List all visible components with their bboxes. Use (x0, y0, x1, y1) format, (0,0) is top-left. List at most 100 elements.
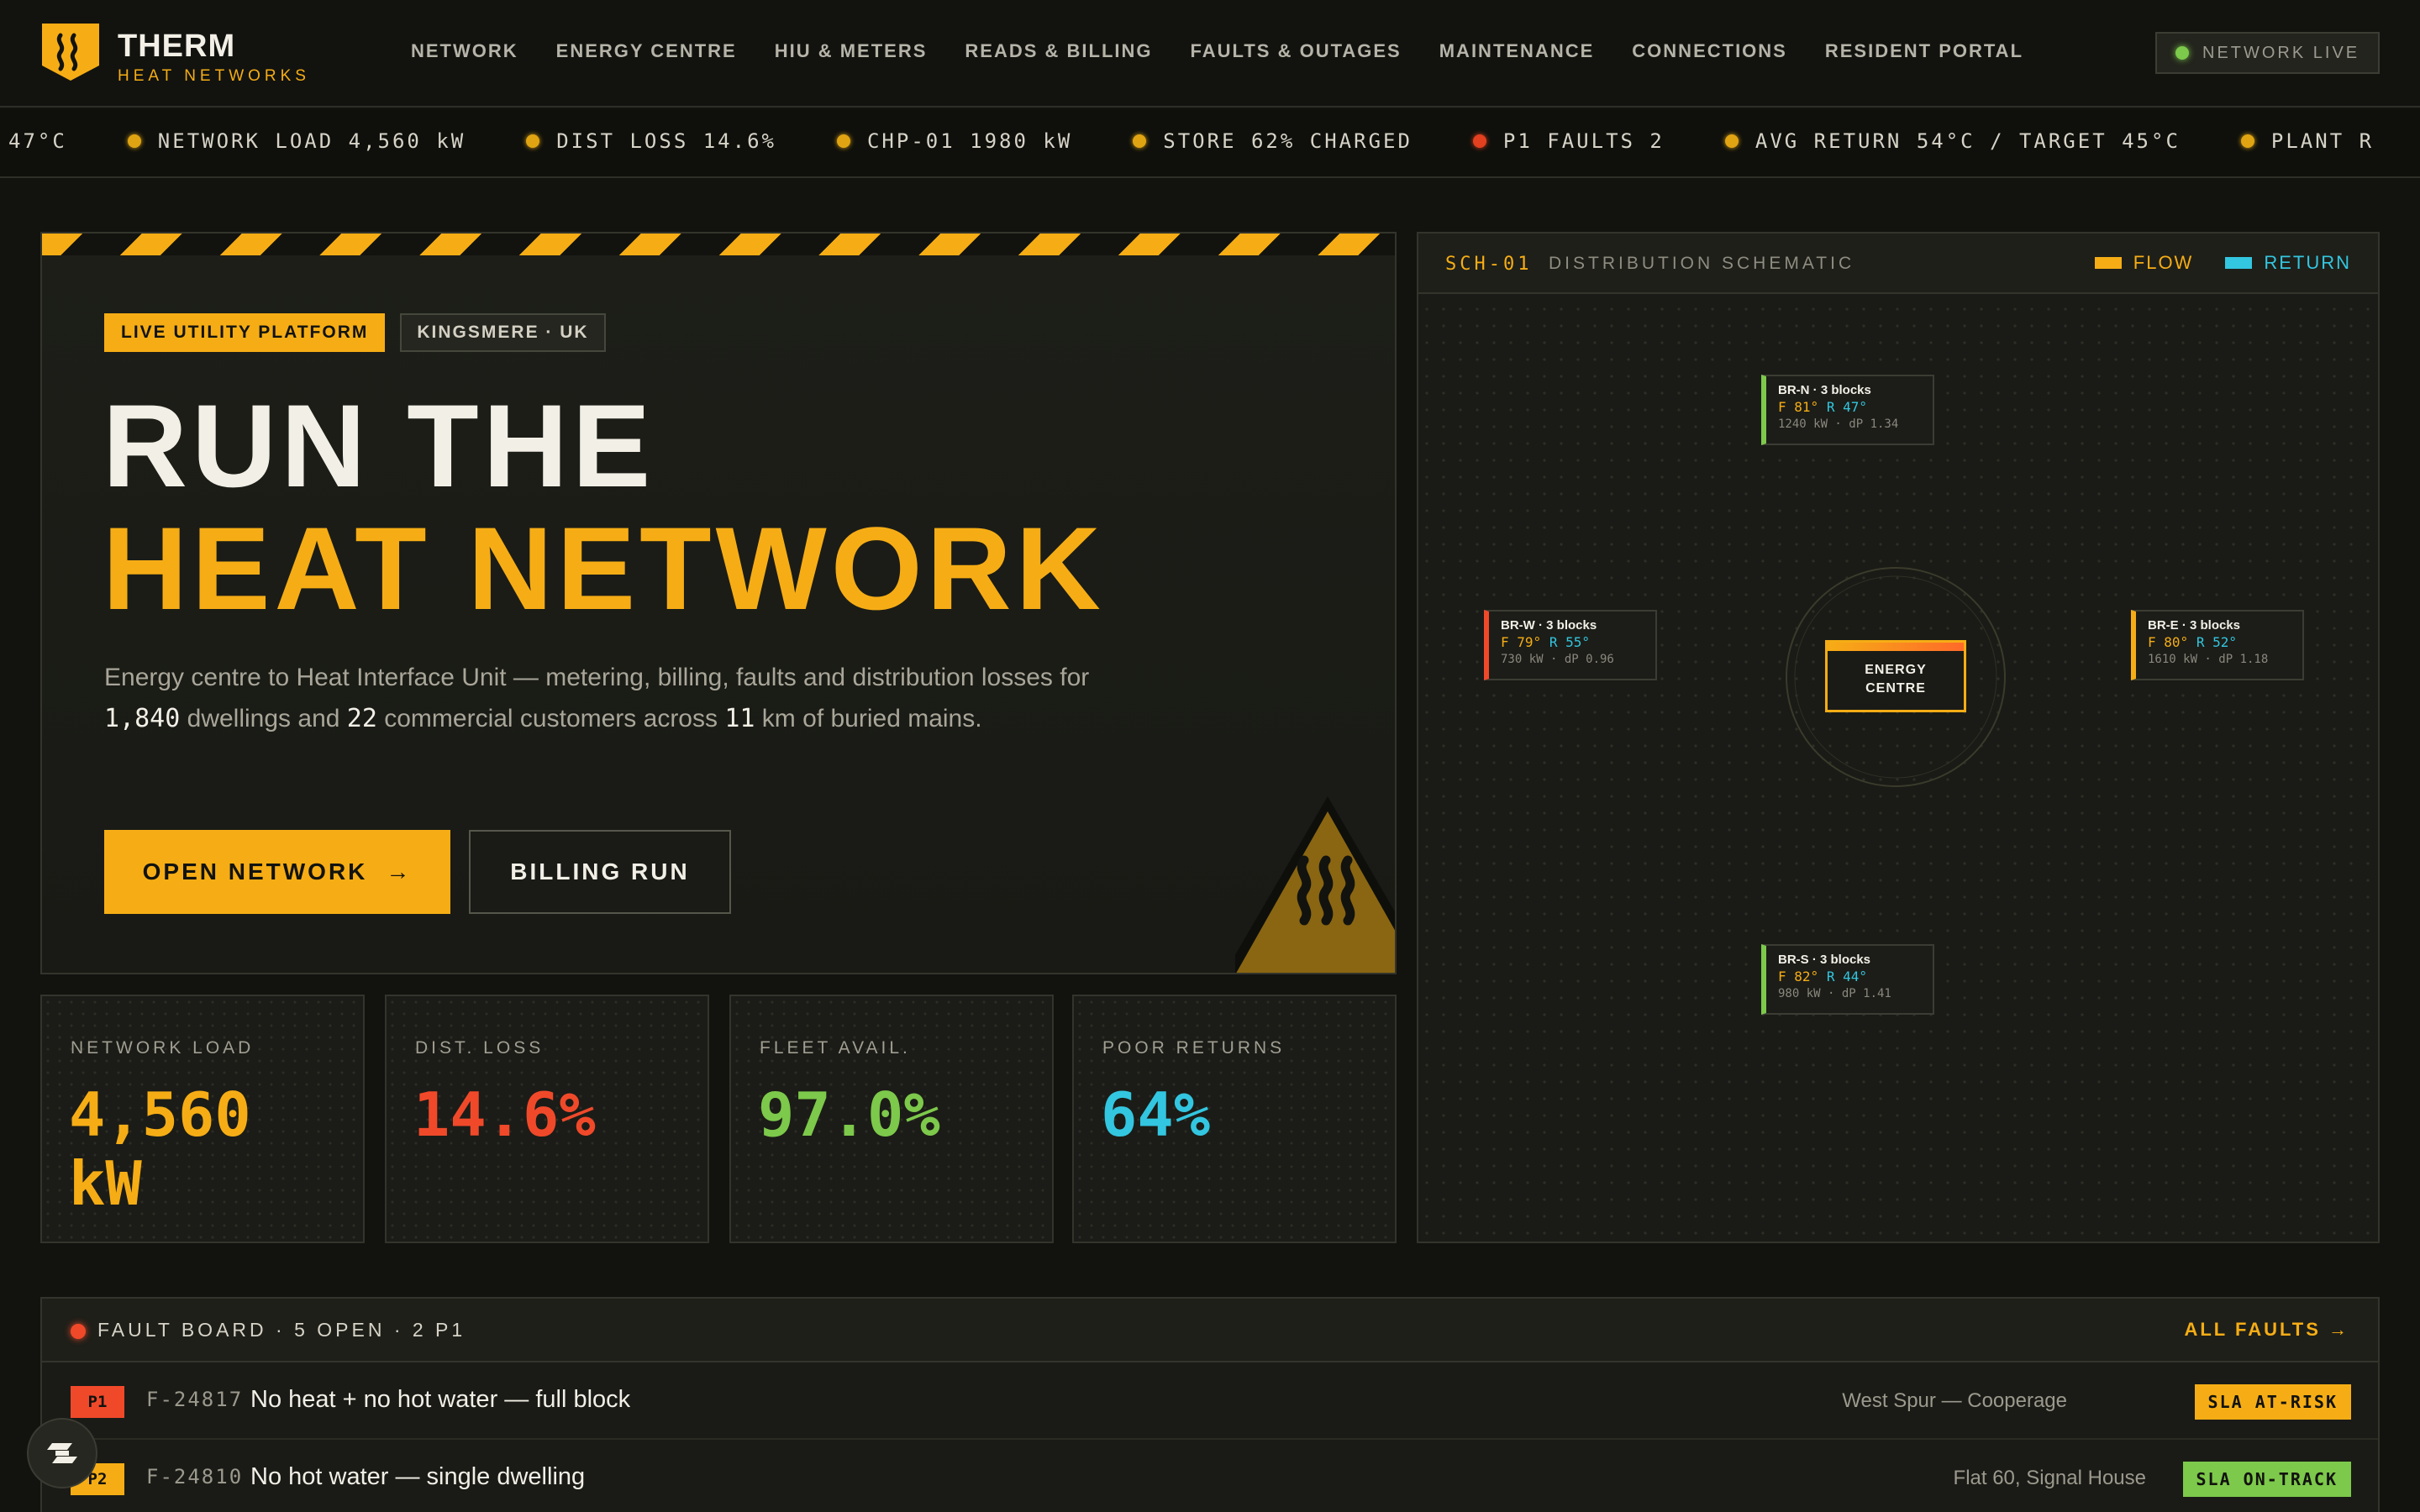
branch-east[interactable]: BR-E · 3 blocks F 80° R 52° 1610 kW · dP… (2131, 610, 2304, 680)
ticker-status-dot (2240, 134, 2254, 148)
assistant-widget-button[interactable] (27, 1418, 97, 1488)
priority-badge: P1 (71, 1386, 124, 1418)
schematic-legend: FLOW RETURN (2094, 252, 2351, 274)
stat-label: FLEET AVAIL. (760, 1038, 911, 1058)
ticker-item: AVG RETURN 54°C / TARGET 45°C (1724, 129, 2181, 153)
nav-link-faults-outages[interactable]: FAULTS & OUTAGES (1191, 40, 1402, 66)
ticker-track: 47°C NETWORK LOAD 4,560 kW DIST LOSS 14.6… (8, 129, 2420, 153)
brand-tagline: HEAT NETWORKS (118, 67, 310, 85)
fault-row[interactable]: P2 F-24810 No hot water — single dwellin… (42, 1440, 2378, 1512)
nav-link-reads-billing[interactable]: READS & BILLING (965, 40, 1152, 66)
branch-title: BR-N · 3 blocks (1778, 383, 1871, 397)
branch-flow-temp: F 82° (1778, 969, 1819, 984)
fault-board-title: FAULT BOARD · 5 OPEN · 2 P1 (97, 1319, 466, 1341)
hero-desc-part-a: Energy centre to Heat Interface Unit — m… (104, 664, 1090, 691)
ticker-status-dot (526, 134, 540, 148)
ticker-item-text: DIST LOSS 14.6% (556, 129, 776, 153)
branch-flow-temp: F 80° (2148, 634, 2189, 650)
branch-title: BR-W · 3 blocks (1501, 618, 1597, 633)
fault-board: FAULT BOARD · 5 OPEN · 2 P1 ALL FAULTS →… (40, 1297, 2380, 1512)
branch-west[interactable]: BR-W · 3 blocks F 79° R 55° 730 kW · dP … (1484, 610, 1657, 680)
dwellings-count: 1,840 (104, 704, 181, 733)
branch-return-temp: R 55° (1549, 634, 1590, 650)
nav-link-energy-centre[interactable]: ENERGY CENTRE (556, 40, 737, 66)
branch-north[interactable]: BR-N · 3 blocks F 81° R 47° 1240 kW · dP… (1761, 375, 1934, 445)
ticker-status-dot (1472, 134, 1486, 148)
ticker-item-text: STORE 62% CHARGED (1163, 129, 1413, 153)
sla-badge: SLA ON-TRACK (2182, 1462, 2351, 1497)
stat-card-network-load[interactable]: NETWORK LOAD 4,560 kW (40, 995, 365, 1243)
stat-label: NETWORK LOAD (71, 1038, 255, 1058)
stat-card-dist-loss[interactable]: DIST. LOSS 14.6% (385, 995, 709, 1243)
flow-swatch-icon (2094, 257, 2122, 269)
nav-link-maintenance[interactable]: MAINTENANCE (1439, 40, 1595, 66)
nav-links: NETWORK ENERGY CENTRE HIU & METERS READS… (411, 40, 2061, 66)
branch-temps: F 80° R 52° (2148, 634, 2302, 650)
open-network-button[interactable]: OPEN NETWORK → (104, 830, 450, 914)
branch-meta: 730 kW · dP 0.96 (1501, 653, 1614, 666)
fault-description: No heat + no hot water — full block (250, 1386, 631, 1413)
all-faults-link[interactable]: ALL FAULTS → (2184, 1319, 2349, 1341)
network-load-value: 4,560 (69, 1079, 251, 1150)
branch-temps: F 79° R 55° (1501, 634, 1655, 650)
stat-value: 64% (1101, 1079, 1211, 1150)
energy-centre-label-2: CENTRE (1865, 681, 1926, 696)
branch-title: BR-E · 3 blocks (2148, 618, 2241, 633)
energy-centre-label-1: ENERGY (1865, 663, 1927, 677)
billing-run-button[interactable]: BILLING RUN (469, 830, 731, 914)
hero-panel: LIVE UTILITY PLATFORM KINGSMERE · UK RUN… (40, 232, 1397, 974)
hazard-stripe (42, 234, 1395, 255)
ticker-item-text: CHP-01 1980 kW (866, 129, 1073, 153)
stat-value: 97.0% (758, 1079, 940, 1150)
hero-badges: LIVE UTILITY PLATFORM KINGSMERE · UK (104, 313, 606, 352)
fault-id: F-24810 (146, 1465, 244, 1488)
flame-logo-icon[interactable] (40, 22, 101, 82)
ticker-item-text: PLANT R (2270, 129, 2375, 153)
nav-link-resident-portal[interactable]: RESIDENT PORTAL (1825, 40, 2023, 66)
location-badge: KINGSMERE · UK (400, 313, 606, 352)
status-ticker: 47°C NETWORK LOAD 4,560 kW DIST LOSS 14.6… (0, 109, 2420, 178)
network-live-indicator[interactable]: NETWORK LIVE (2155, 32, 2380, 74)
ticker-lead-text: 47°C (8, 129, 67, 153)
live-status-dot (2175, 46, 2189, 60)
brand-name[interactable]: THERM (118, 29, 235, 65)
schematic-header: SCH-01 DISTRIBUTION SCHEMATIC FLOW RETUR… (1418, 234, 2378, 294)
branch-south[interactable]: BR-S · 3 blocks F 82° R 44° 980 kW · dP … (1761, 944, 1934, 1015)
ticker-item: CHP-01 1980 kW (836, 129, 1073, 153)
hero-description: Energy centre to Heat Interface Unit — m… (104, 657, 1113, 739)
assistant-logo-icon (47, 1443, 77, 1463)
hero-desc-part-b: dwellings and (180, 705, 347, 732)
nav-link-connections[interactable]: CONNECTIONS (1632, 40, 1787, 66)
branch-title: BR-S · 3 blocks (1778, 953, 1871, 967)
stat-label: DIST. LOSS (415, 1038, 544, 1058)
stat-card-poor-returns[interactable]: POOR RETURNS 64% (1072, 995, 1397, 1243)
hero-desc-part-d: km of buried mains. (755, 705, 982, 732)
ticker-item: NETWORK LOAD 4,560 kW (127, 129, 466, 153)
return-swatch-icon (2225, 257, 2253, 269)
energy-centre-node[interactable]: ENERGY CENTRE (1825, 640, 1966, 712)
ticker-item-text: NETWORK LOAD 4,560 kW (157, 129, 466, 153)
hero-title-line2: HEAT NETWORK (103, 502, 1105, 634)
sla-badge: SLA AT-RISK (2194, 1384, 2351, 1420)
nav-link-network[interactable]: NETWORK (411, 40, 518, 66)
hero-title: RUN THE HEAT NETWORK (103, 385, 1105, 630)
fault-location: West Spur — Cooperage (1842, 1389, 2067, 1412)
stat-card-fleet-avail[interactable]: FLEET AVAIL. 97.0% (729, 995, 1054, 1243)
commercial-count: 22 (346, 704, 377, 733)
ticker-status-dot (836, 134, 850, 148)
hero-desc-part-c: commercial customers across (376, 705, 725, 732)
heat-warning-icon (1235, 796, 1395, 973)
fault-id: F-24817 (146, 1388, 244, 1411)
mains-km: 11 (724, 704, 755, 733)
nav-link-hiu-meters[interactable]: HIU & METERS (775, 40, 928, 66)
branch-flow-temp: F 79° (1501, 634, 1542, 650)
branch-meta: 980 kW · dP 1.41 (1778, 987, 1891, 1000)
energy-centre-bar (1828, 643, 1964, 651)
ticker-item: DIST LOSS 14.6% (526, 129, 776, 153)
ticker-item-text: P1 FAULTS 2 (1502, 129, 1665, 153)
fault-alert-dot (71, 1324, 86, 1339)
ticker-item: STORE 62% CHARGED (1133, 129, 1413, 153)
stat-value: 4,560 kW (69, 1080, 251, 1218)
branch-return-temp: R 47° (1826, 399, 1867, 415)
fault-row[interactable]: P1 F-24817 No heat + no hot water — full… (42, 1362, 2378, 1440)
